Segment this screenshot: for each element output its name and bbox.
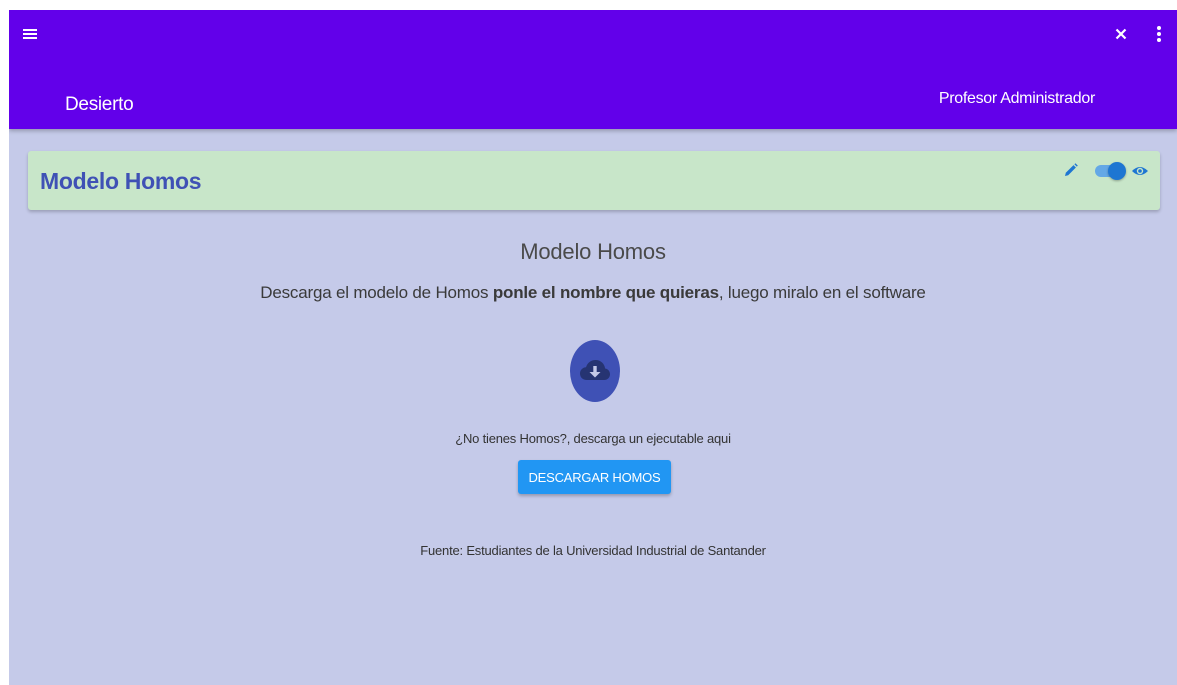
- app-bar: Desierto Profesor Administrador: [9, 10, 1177, 129]
- source-text: Fuente: Estudiantes de la Universidad In…: [420, 543, 766, 558]
- description-text: Descarga el modelo de Homos: [260, 283, 493, 302]
- content-description: Descarga el modelo de Homos ponle el nom…: [9, 283, 1177, 303]
- eye-icon[interactable]: [1129, 160, 1151, 182]
- toggle-thumb: [1108, 162, 1126, 180]
- app-title: Desierto: [65, 94, 134, 115]
- visibility-toggle[interactable]: [1093, 161, 1127, 181]
- app-frame: Desierto Profesor Administrador Modelo H…: [9, 10, 1177, 685]
- user-name[interactable]: Profesor Administrador: [939, 90, 1095, 108]
- no-homos-text: ¿No tienes Homos?, descarga un ejecutabl…: [455, 431, 731, 446]
- description-bold-text: ponle el nombre que quieras: [492, 283, 719, 302]
- content-title: Modelo Homos: [520, 239, 666, 264]
- cloud-download-icon[interactable]: [570, 340, 620, 402]
- more-vert-icon[interactable]: [1147, 22, 1171, 46]
- description-text-end: , luego miralo en el software: [718, 283, 926, 302]
- section-title: Modelo Homos: [40, 168, 202, 194]
- section-header-card: Modelo Homos: [28, 151, 1160, 210]
- menu-icon[interactable]: [18, 22, 42, 46]
- close-icon[interactable]: [1109, 22, 1133, 46]
- pencil-icon[interactable]: [1061, 160, 1081, 180]
- download-homos-button[interactable]: DESCARGAR HOMOS: [518, 460, 671, 494]
